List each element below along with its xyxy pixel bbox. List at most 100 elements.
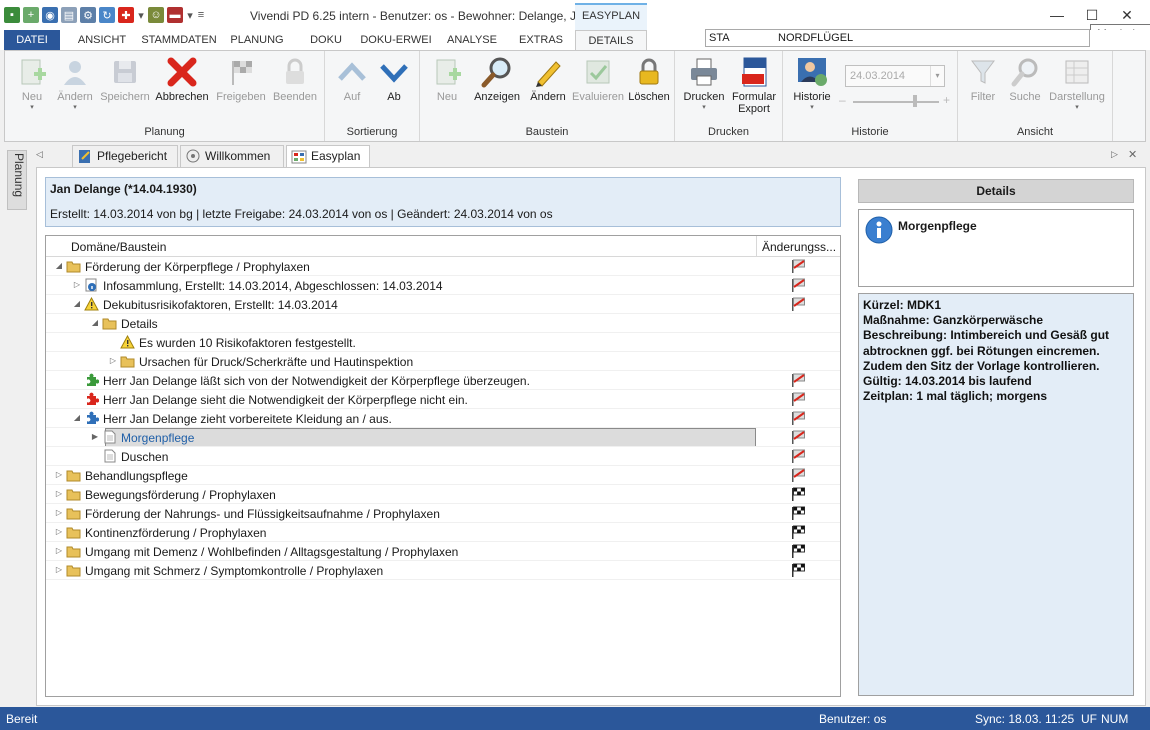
tab-ansicht[interactable]: ANSICHT xyxy=(66,30,138,50)
finished-flag-icon[interactable] xyxy=(790,487,806,502)
sort-down-button[interactable]: Ab xyxy=(373,55,415,115)
tree-row[interactable]: ◢ Details xyxy=(46,314,840,333)
car-icon[interactable]: ▬ xyxy=(167,7,183,23)
tab-doku-erweitert[interactable]: DOKU-ERWEI xyxy=(358,30,434,50)
expander-icon[interactable]: ◢ xyxy=(72,412,82,424)
draft-flag-icon[interactable] xyxy=(790,278,806,293)
history-slider-thumb[interactable] xyxy=(913,95,917,107)
tree-row[interactable]: Es wurden 10 Risikofaktoren festgestellt… xyxy=(46,333,840,352)
finished-flag-icon[interactable] xyxy=(790,525,806,540)
expander-icon[interactable]: ▷ xyxy=(54,545,64,557)
baustein-edit-button[interactable]: Ändern xyxy=(524,55,572,115)
expander-icon[interactable]: ◢ xyxy=(90,317,100,329)
draft-flag-icon[interactable] xyxy=(790,449,806,464)
expander-icon[interactable]: ▷ xyxy=(108,355,118,367)
tree-row[interactable]: ▷ Förderung der Nahrungs- und Flüssigkeit… xyxy=(46,504,840,523)
filter-button[interactable]: Filter xyxy=(962,55,1004,115)
expander-icon[interactable]: ▷ xyxy=(54,526,64,538)
expander-icon[interactable]: ▷ xyxy=(54,469,64,481)
tab-easyplan[interactable]: Easyplan xyxy=(286,145,370,167)
planung-release-button[interactable]: Freigeben xyxy=(213,55,269,115)
tab-analyse[interactable]: ANALYSE xyxy=(438,30,506,50)
search-button[interactable]: Suche xyxy=(1004,55,1046,115)
slider-minus[interactable]: – xyxy=(839,93,846,107)
planung-finish-button[interactable]: Beenden xyxy=(269,55,321,115)
tree-row[interactable]: Duschen xyxy=(46,447,840,466)
sort-up-button[interactable]: Auf xyxy=(331,55,373,115)
customize-qat-icon[interactable]: ≡ xyxy=(197,7,205,23)
baustein-show-button[interactable]: Anzeigen xyxy=(470,55,524,115)
tab-willkommen[interactable]: Willkommen xyxy=(180,145,284,167)
tree-row[interactable]: ▷ Ursachen für Druck/Scherkräfte und Haut… xyxy=(46,352,840,371)
tree-row[interactable]: ◢ Förderung der Körperpflege / Prophylaxe… xyxy=(46,257,840,276)
expander-icon[interactable]: ▶ xyxy=(90,431,100,443)
tree-row[interactable]: ▷ Infosammlung, Erstellt: 14.03.2014, Abg… xyxy=(46,276,840,295)
planung-new-button[interactable]: Neu ▾ xyxy=(13,55,51,115)
expander-icon[interactable]: ▷ xyxy=(54,488,64,500)
gear-icon[interactable]: ⚙ xyxy=(80,7,96,23)
tab-stammdaten[interactable]: STAMMDATEN xyxy=(140,30,218,50)
tree-row[interactable]: ▷ Bewegungsförderung / Prophylaxen xyxy=(46,485,840,504)
expander-icon[interactable]: ▷ xyxy=(72,279,82,291)
first-aid-icon[interactable]: ✚ xyxy=(118,7,134,23)
expander-icon[interactable]: ▷ xyxy=(54,507,64,519)
baustein-evaluate-button[interactable]: Evaluieren xyxy=(570,55,626,115)
draft-flag-icon[interactable] xyxy=(790,373,806,388)
form-export-button[interactable]: Formular Export xyxy=(729,55,779,115)
new-doc-icon[interactable]: + xyxy=(23,7,39,23)
globe-icon[interactable]: ◉ xyxy=(42,7,58,23)
print-button[interactable]: Drucken ▾ xyxy=(679,55,729,115)
finished-flag-icon[interactable] xyxy=(790,506,806,521)
finished-flag-icon[interactable] xyxy=(790,563,806,578)
baustein-new-button[interactable]: Neu xyxy=(426,55,468,115)
tree-row[interactable]: Herr Jan Delange sieht die Notwendigkeit… xyxy=(46,390,840,409)
expander-icon[interactable]: ▷ xyxy=(54,564,64,576)
tree-row[interactable]: ▶ Morgenpflege xyxy=(46,428,840,447)
draft-flag-icon[interactable] xyxy=(790,430,806,445)
dropdown-arrow-icon[interactable]: ▾ xyxy=(137,7,145,23)
history-slider-track[interactable] xyxy=(853,101,939,103)
display-button[interactable]: Darstellung ▾ xyxy=(1046,55,1108,115)
draft-flag-icon[interactable] xyxy=(790,468,806,483)
planung-save-button[interactable]: Speichern xyxy=(99,55,151,115)
station-address-field[interactable]: STA NORDFLÜGEL xyxy=(705,29,1090,47)
tree-row[interactable]: ▷ Behandlungspflege xyxy=(46,466,840,485)
tree-row[interactable]: ▷ Kontinenzförderung / Prophylaxen xyxy=(46,523,840,542)
date-dropdown-icon[interactable]: ▾ xyxy=(930,66,944,86)
column-header-domain[interactable]: Domäne/Baustein xyxy=(71,240,166,254)
tab-details[interactable]: DETAILS xyxy=(575,30,647,50)
tab-doku[interactable]: DOKU xyxy=(296,30,356,50)
tree-row[interactable]: ▷ Umgang mit Demenz / Wohlbefinden / Allt… xyxy=(46,542,840,561)
tree-row[interactable]: ◢ Dekubitusrisikofaktoren, Erstellt: 14.0… xyxy=(46,295,840,314)
column-header-change[interactable]: Änderungss... xyxy=(762,240,836,254)
tab-scroll-left-icon[interactable]: ◁ xyxy=(36,149,43,160)
tree-row[interactable]: Herr Jan Delange läßt sich von der Notwe… xyxy=(46,371,840,390)
baustein-delete-button[interactable]: Löschen xyxy=(626,55,672,115)
users-icon[interactable]: ☺ xyxy=(148,7,164,23)
search-doc-icon[interactable]: ▤ xyxy=(61,7,77,23)
tab-scroll-right-icon[interactable]: ▷ xyxy=(1111,149,1118,160)
expander-icon[interactable]: ◢ xyxy=(72,298,82,310)
expander-icon[interactable]: ◢ xyxy=(54,260,64,272)
refresh-icon[interactable]: ↻ xyxy=(99,7,115,23)
sidebar-tab-planung[interactable]: Planung xyxy=(7,150,27,210)
history-date-field[interactable]: 24.03.2014 ▾ xyxy=(845,65,945,87)
slider-plus[interactable]: + xyxy=(943,93,950,107)
draft-flag-icon[interactable] xyxy=(790,297,806,312)
tab-datei[interactable]: DATEI xyxy=(4,30,60,50)
close-tab-icon[interactable]: ✕ xyxy=(1128,148,1137,161)
tab-extras[interactable]: EXTRAS xyxy=(508,30,574,50)
tree-row[interactable]: ▷ Umgang mit Schmerz / Symptomkontrolle /… xyxy=(46,561,840,580)
history-button[interactable]: Historie ▾ xyxy=(787,55,837,115)
planung-cancel-button[interactable]: Abbrechen xyxy=(153,55,211,115)
draft-flag-icon[interactable] xyxy=(790,392,806,407)
draft-flag-icon[interactable] xyxy=(790,259,806,274)
dropdown-arrow-icon[interactable]: ▾ xyxy=(186,7,194,23)
planung-edit-button[interactable]: Ändern ▾ xyxy=(55,55,95,115)
draft-flag-icon[interactable] xyxy=(790,411,806,426)
tree-row[interactable]: ◢ Herr Jan Delange zieht vorbereitete Kle… xyxy=(46,409,840,428)
tab-pflegebericht[interactable]: Pflegebericht xyxy=(72,145,178,167)
tab-planung[interactable]: PLANUNG xyxy=(222,30,292,50)
finished-flag-icon[interactable] xyxy=(790,544,806,559)
column-separator[interactable] xyxy=(756,236,757,257)
